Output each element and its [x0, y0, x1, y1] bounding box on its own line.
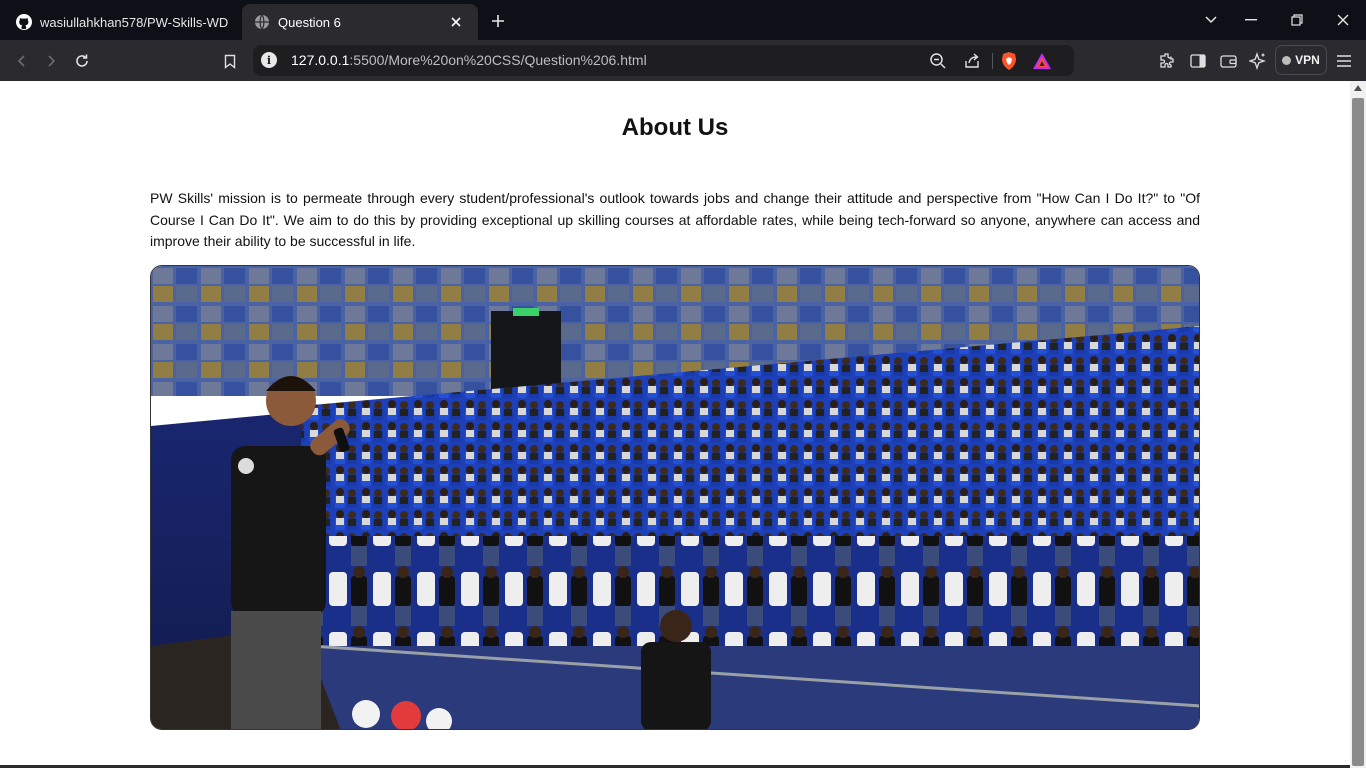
vpn-label: VPN: [1295, 53, 1320, 67]
close-tab-icon[interactable]: [446, 12, 466, 32]
vertical-scrollbar[interactable]: [1350, 81, 1366, 768]
auditorium-image: [150, 265, 1200, 730]
site-info-icon[interactable]: i: [261, 52, 277, 68]
bookmark-icon[interactable]: [217, 48, 243, 74]
url-host: 127.0.0.1: [291, 52, 350, 68]
sidebar-toggle-icon[interactable]: [1185, 48, 1211, 74]
leo-ai-icon[interactable]: [1245, 48, 1271, 74]
tab-question-6[interactable]: Question 6: [242, 4, 478, 40]
tab-title: wasiullahkhan578/PW-Skills-WD-As: [40, 14, 228, 30]
back-icon[interactable]: [9, 48, 35, 74]
restore-button[interactable]: [1280, 6, 1314, 34]
page-viewport: About Us PW Skills' mission is to permea…: [0, 81, 1350, 768]
forward-icon[interactable]: [38, 48, 64, 74]
close-window-button[interactable]: [1326, 6, 1360, 34]
browser-toolbar: i 127.0.0.1:5500/More%20on%20CSS/Questio…: [0, 40, 1366, 81]
url-path: :5500/More%20on%20CSS/Question%206.html: [349, 52, 647, 68]
brave-shields-icon[interactable]: [998, 50, 1020, 72]
scrollbar-thumb[interactable]: [1352, 98, 1364, 766]
auditorium-photo-drawing: [151, 266, 1199, 729]
zoom-icon[interactable]: [927, 50, 949, 72]
globe-icon: [254, 14, 270, 30]
reload-icon[interactable]: [69, 48, 95, 74]
vpn-status-icon: [1282, 55, 1292, 65]
tab-strip: wasiullahkhan578/PW-Skills-WD-As Questio…: [0, 0, 1366, 40]
brave-rewards-icon[interactable]: [1031, 50, 1053, 72]
omnibox-divider: [992, 53, 993, 69]
wallet-icon[interactable]: [1215, 48, 1241, 74]
tab-title: Question 6: [278, 14, 341, 30]
about-paragraph: PW Skills' mission is to permeate throug…: [150, 190, 1200, 249]
minimize-button[interactable]: [1234, 6, 1268, 34]
vpn-button[interactable]: VPN: [1275, 45, 1327, 75]
tab-search-chevron-icon[interactable]: [1194, 6, 1228, 34]
github-icon: [16, 14, 32, 30]
tab-github-repo[interactable]: wasiullahkhan578/PW-Skills-WD-As: [4, 4, 240, 40]
address-bar[interactable]: i 127.0.0.1:5500/More%20on%20CSS/Questio…: [253, 45, 1074, 76]
url-text[interactable]: 127.0.0.1:5500/More%20on%20CSS/Question%…: [291, 52, 647, 68]
extensions-icon[interactable]: [1154, 48, 1180, 74]
page-title: About Us: [621, 114, 729, 141]
scroll-up-arrow-icon[interactable]: [1354, 85, 1362, 91]
new-tab-button[interactable]: [486, 9, 510, 33]
menu-icon[interactable]: [1331, 48, 1357, 74]
share-icon[interactable]: [961, 50, 983, 72]
